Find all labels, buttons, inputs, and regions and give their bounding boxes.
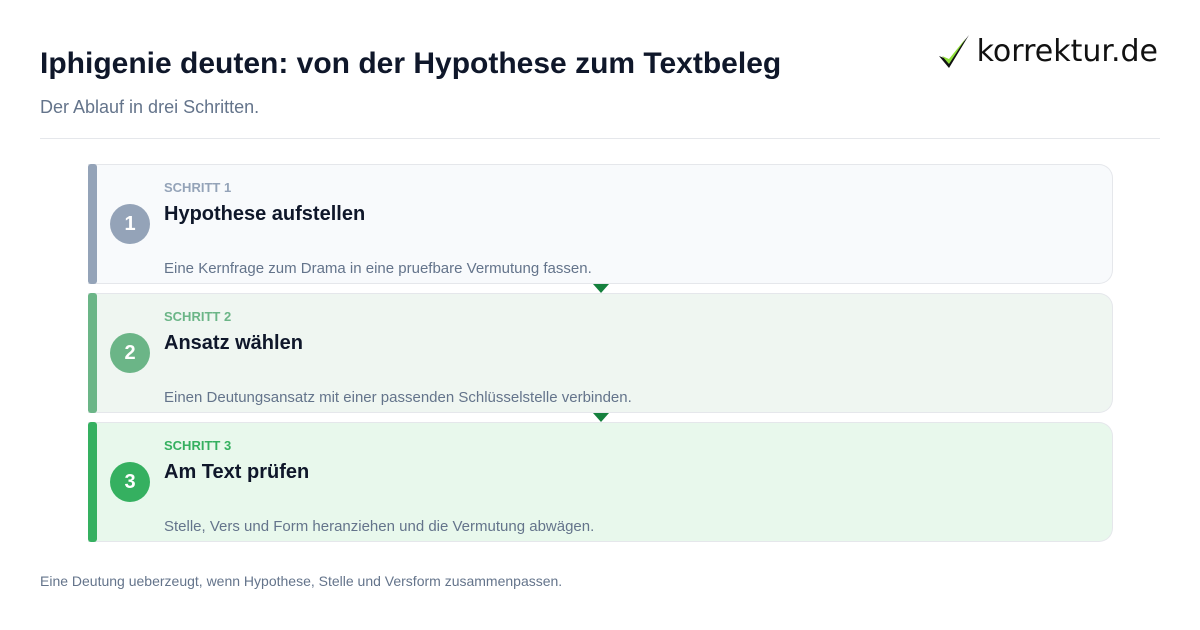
- step-card-2: 2 SCHRITT 2 Ansatz wählen Einen Deutungs…: [88, 293, 1113, 413]
- step-description: Stelle, Vers und Form heranziehen und di…: [164, 518, 595, 535]
- step-number-badge: 1: [110, 204, 150, 244]
- step-heading: Am Text prüfen: [164, 461, 310, 483]
- step-label: SCHRITT 3: [164, 438, 232, 453]
- arrow-down-icon: [593, 413, 609, 422]
- step-description: Einen Deutungsansatz mit einer passenden…: [164, 389, 632, 406]
- step-accent-bar: [88, 293, 97, 413]
- step-accent-bar: [88, 164, 97, 284]
- step-heading: Ansatz wählen: [164, 332, 303, 354]
- brand-name: korrektur.de: [976, 34, 1158, 69]
- step-description: Eine Kernfrage zum Drama in eine pruefba…: [164, 260, 592, 277]
- checkmark-icon: [938, 35, 969, 68]
- step-label: SCHRITT 1: [164, 180, 232, 195]
- step-number-badge: 3: [110, 462, 150, 502]
- step-accent-bar: [88, 422, 97, 542]
- step-card-1: 1 SCHRITT 1 Hypothese aufstellen Eine Ke…: [88, 164, 1113, 284]
- step-label: SCHRITT 2: [164, 309, 232, 324]
- brand-logo[interactable]: korrektur.de: [937, 30, 1158, 74]
- step-heading: Hypothese aufstellen: [164, 203, 366, 225]
- process-steps: 1 SCHRITT 1 Hypothese aufstellen Eine Ke…: [88, 164, 1113, 551]
- step-number-badge: 2: [110, 333, 150, 373]
- footer-note: Eine Deutung ueberzeugt, wenn Hypothese,…: [40, 573, 563, 589]
- page-subtitle: Der Ablauf in drei Schritten.: [40, 97, 260, 117]
- header-divider: [40, 138, 1160, 139]
- arrow-down-icon: [593, 284, 609, 293]
- step-card-3: 3 SCHRITT 3 Am Text prüfen Stelle, Vers …: [88, 422, 1113, 542]
